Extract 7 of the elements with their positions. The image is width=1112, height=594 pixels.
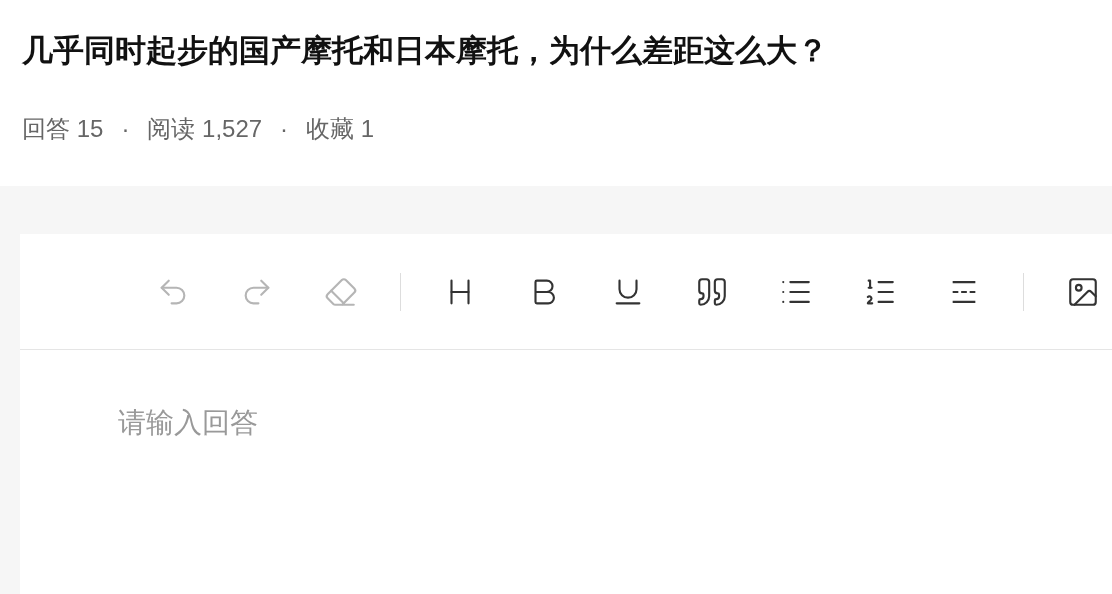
stat-label: 回答 15 — [22, 113, 104, 144]
stat-label: 阅读 1,527 — [147, 113, 263, 144]
dot-separator: · — [121, 113, 130, 144]
dot-separator: · — [280, 113, 289, 144]
question-title: 几乎同时起步的国产摩托和日本摩托，为什么差距这么大？ — [22, 32, 829, 70]
answer-field[interactable]: 请输入回答 — [20, 350, 1112, 594]
stat-label: 收藏 1 — [306, 113, 375, 144]
